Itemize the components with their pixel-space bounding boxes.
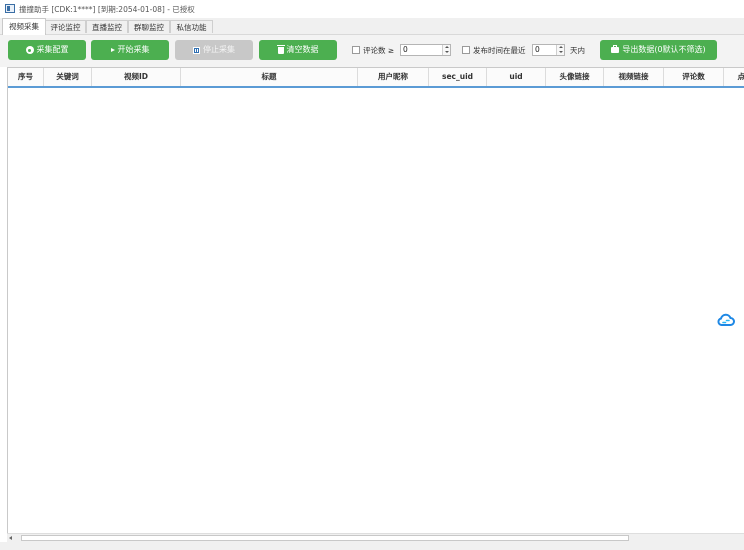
title-bar: 撞撞助手 [CDK:1****] [到期:2054-01-08] - 已授权 [0,0,744,18]
data-table[interactable]: 序号 关键词 视频ID 标题 用户昵称 sec_uid uid 头像链接 视频链… [7,67,744,541]
column-header-uid[interactable]: uid [487,68,546,86]
window-title: 撞撞助手 [CDK:1****] [到期:2054-01-08] - 已授权 [19,5,195,14]
column-header-video-link[interactable]: 视频链接 [604,68,664,86]
stop-button-label: 停止采集 [203,45,235,54]
recent-days-value: 0 [535,45,540,54]
horizontal-scrollbar[interactable] [7,533,744,542]
column-header-nickname[interactable]: 用户昵称 [358,68,429,86]
column-header-comment-count[interactable]: 评论数 [664,68,724,86]
spin-arrows-icon[interactable] [556,45,564,55]
column-header-index[interactable]: 序号 [8,68,44,86]
pause-icon [193,46,200,54]
recent-days-spinbox[interactable]: 0 [532,44,565,56]
stop-button[interactable]: 停止采集 [175,40,253,60]
app-icon [5,4,15,13]
column-header-sec-uid[interactable]: sec_uid [429,68,487,86]
export-button[interactable]: 导出数据(0默认不筛选) [600,40,717,60]
export-button-label: 导出数据(0默认不筛选) [622,45,706,54]
spin-arrows-icon[interactable] [442,45,450,55]
start-button[interactable]: 开始采集 [91,40,169,60]
scroll-left-icon[interactable] [9,536,12,540]
tab-comment-monitor[interactable]: 评论监控 [45,20,86,33]
tab-bar: 视频采集 评论监控 直播监控 群聊监控 私信功能 [0,18,744,35]
comment-filter-checkbox[interactable] [352,46,360,54]
comment-filter-label: 评论数 ≥ [363,46,395,55]
days-label: 天内 [570,46,585,55]
play-icon [110,48,115,52]
start-button-label: 开始采集 [117,45,150,54]
tab-group-monitor[interactable]: 群聊监控 [128,20,170,33]
comment-count-value: 0 [403,45,408,54]
tab-live-monitor[interactable]: 直播监控 [86,20,128,33]
column-header-video-id[interactable]: 视频ID [92,68,181,86]
tab-video-collect[interactable]: 视频采集 [2,18,46,35]
recent-filter-label: 发布时间在最近 [473,46,526,55]
export-icon [611,45,620,53]
config-button-label: 采集配置 [36,45,69,54]
cloud-icon[interactable] [717,312,735,328]
config-button[interactable]: 采集配置 [8,40,86,60]
recent-filter-checkbox[interactable] [462,46,470,54]
column-header-avatar-link[interactable]: 头像链接 [546,68,604,86]
tab-private-message[interactable]: 私信功能 [170,20,213,33]
toolbar: 采集配置 开始采集 停止采集 清空数据 评论数 ≥ 0 发布时间在最近 0 天内… [0,35,744,67]
comment-count-spinbox[interactable]: 0 [400,44,451,56]
column-header-more[interactable]: 点 [724,68,744,86]
trash-icon [276,44,285,54]
table-header: 序号 关键词 视频ID 标题 用户昵称 sec_uid uid 头像链接 视频链… [8,68,744,88]
clear-button[interactable]: 清空数据 [259,40,337,60]
column-header-title[interactable]: 标题 [181,68,358,86]
window-bottom-edge [0,542,744,550]
column-header-keyword[interactable]: 关键词 [44,68,92,86]
gear-icon [25,46,34,54]
scrollbar-thumb[interactable] [21,535,629,541]
clear-button-label: 清空数据 [286,45,319,54]
